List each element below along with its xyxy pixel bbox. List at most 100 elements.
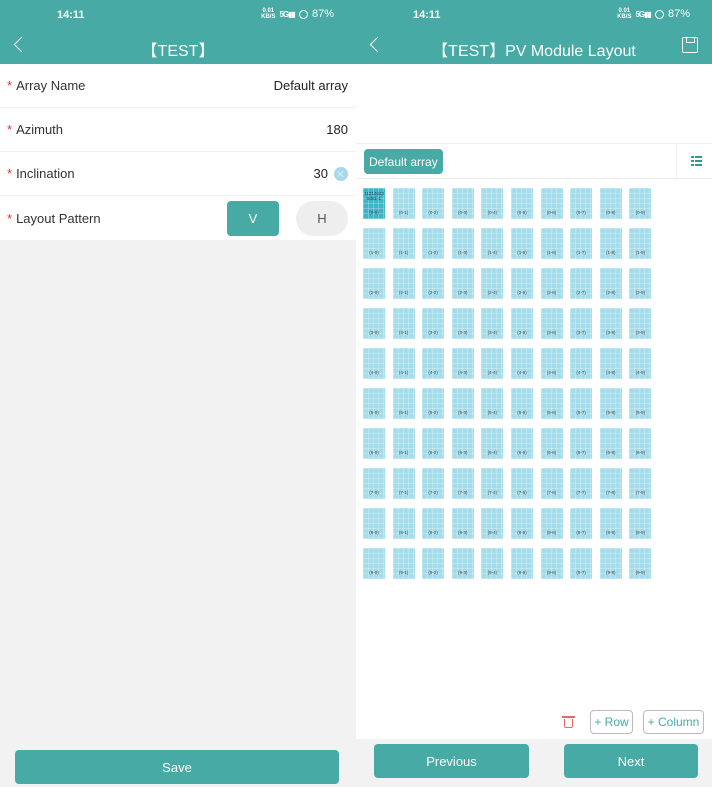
- module-cell-0-9[interactable]: (0-9): [629, 188, 652, 219]
- module-cell-8-8[interactable]: (8-8): [599, 508, 622, 539]
- module-cell-0-4[interactable]: (0-4): [481, 188, 504, 219]
- module-cell-4-7[interactable]: (4-7): [570, 348, 593, 379]
- layout-horizontal-button[interactable]: H: [296, 200, 348, 236]
- module-cell-7-0[interactable]: (7-0): [363, 468, 385, 499]
- module-cell-7-8[interactable]: (7-8): [599, 468, 622, 499]
- azimuth-input[interactable]: 180: [326, 122, 348, 137]
- module-cell-0-0[interactable]: 11214643 9461-1 (0-0): [363, 188, 385, 219]
- module-cell-0-6[interactable]: (0-6): [540, 188, 563, 219]
- module-cell-6-6[interactable]: (6-6): [540, 428, 563, 459]
- module-cell-2-0[interactable]: (2-0): [363, 268, 385, 299]
- module-cell-8-7[interactable]: (8-7): [570, 508, 593, 539]
- module-cell-4-3[interactable]: (4-3): [451, 348, 474, 379]
- add-column-button[interactable]: + Column: [643, 710, 704, 734]
- trash-icon[interactable]: [562, 715, 575, 728]
- module-cell-6-3[interactable]: (6-3): [451, 428, 474, 459]
- module-cell-9-5[interactable]: (9-5): [510, 548, 533, 579]
- field-inclination[interactable]: * Inclination 30: [0, 152, 356, 196]
- module-cell-3-2[interactable]: (3-2): [422, 308, 445, 339]
- module-cell-9-7[interactable]: (9-7): [570, 548, 593, 579]
- module-cell-2-8[interactable]: (2-8): [599, 268, 622, 299]
- module-cell-9-0[interactable]: (9-0): [363, 548, 385, 579]
- module-cell-5-8[interactable]: (5-8): [599, 388, 622, 419]
- module-cell-6-8[interactable]: (6-8): [599, 428, 622, 459]
- save-button[interactable]: Save: [15, 750, 339, 784]
- module-cell-5-0[interactable]: (5-0): [363, 388, 385, 419]
- module-cell-6-0[interactable]: (6-0): [363, 428, 385, 459]
- module-cell-1-2[interactable]: (1-2): [422, 228, 445, 259]
- previous-button[interactable]: Previous: [374, 744, 529, 778]
- module-cell-0-2[interactable]: (0-2): [422, 188, 445, 219]
- module-cell-9-6[interactable]: (9-6): [540, 548, 563, 579]
- next-button[interactable]: Next: [564, 744, 698, 778]
- module-cell-5-9[interactable]: (5-9): [629, 388, 652, 419]
- module-cell-4-5[interactable]: (4-5): [510, 348, 533, 379]
- module-cell-0-5[interactable]: (0-5): [510, 188, 533, 219]
- module-cell-4-1[interactable]: (4-1): [392, 348, 415, 379]
- module-cell-6-7[interactable]: (6-7): [570, 428, 593, 459]
- module-cell-3-6[interactable]: (3-6): [540, 308, 563, 339]
- module-cell-6-5[interactable]: (6-5): [510, 428, 533, 459]
- module-cell-8-0[interactable]: (8-0): [363, 508, 385, 539]
- module-cell-7-4[interactable]: (7-4): [481, 468, 504, 499]
- module-cell-4-0[interactable]: (4-0): [363, 348, 385, 379]
- module-cell-8-9[interactable]: (8-9): [629, 508, 652, 539]
- add-row-button[interactable]: + Row: [590, 710, 633, 734]
- module-cell-9-4[interactable]: (9-4): [481, 548, 504, 579]
- module-cell-8-2[interactable]: (8-2): [422, 508, 445, 539]
- module-cell-3-1[interactable]: (3-1): [392, 308, 415, 339]
- module-cell-2-5[interactable]: (2-5): [510, 268, 533, 299]
- module-cell-2-3[interactable]: (2-3): [451, 268, 474, 299]
- module-cell-8-5[interactable]: (8-5): [510, 508, 533, 539]
- module-cell-4-4[interactable]: (4-4): [481, 348, 504, 379]
- module-cell-2-1[interactable]: (2-1): [392, 268, 415, 299]
- module-cell-0-3[interactable]: (0-3): [451, 188, 474, 219]
- module-cell-4-8[interactable]: (4-8): [599, 348, 622, 379]
- save-icon[interactable]: [682, 37, 698, 53]
- module-cell-8-4[interactable]: (8-4): [481, 508, 504, 539]
- module-cell-4-6[interactable]: (4-6): [540, 348, 563, 379]
- array-name-input[interactable]: Default array: [274, 78, 348, 93]
- module-cell-1-1[interactable]: (1-1): [392, 228, 415, 259]
- module-cell-1-4[interactable]: (1-4): [481, 228, 504, 259]
- module-cell-3-4[interactable]: (3-4): [481, 308, 504, 339]
- module-cell-2-4[interactable]: (2-4): [481, 268, 504, 299]
- module-cell-6-2[interactable]: (6-2): [422, 428, 445, 459]
- array-tab-default[interactable]: Default array: [364, 149, 443, 174]
- module-cell-9-8[interactable]: (9-8): [599, 548, 622, 579]
- module-cell-5-7[interactable]: (5-7): [570, 388, 593, 419]
- module-cell-3-5[interactable]: (3-5): [510, 308, 533, 339]
- module-cell-1-0[interactable]: (1-0): [363, 228, 385, 259]
- module-cell-5-5[interactable]: (5-5): [510, 388, 533, 419]
- field-array-name[interactable]: * Array Name Default array: [0, 64, 356, 108]
- module-cell-2-2[interactable]: (2-2): [422, 268, 445, 299]
- module-cell-7-9[interactable]: (7-9): [629, 468, 652, 499]
- module-cell-8-6[interactable]: (8-6): [540, 508, 563, 539]
- module-cell-0-7[interactable]: (0-7): [570, 188, 593, 219]
- module-cell-4-2[interactable]: (4-2): [422, 348, 445, 379]
- module-cell-8-3[interactable]: (8-3): [451, 508, 474, 539]
- module-cell-1-9[interactable]: (1-9): [629, 228, 652, 259]
- module-cell-7-5[interactable]: (7-5): [510, 468, 533, 499]
- module-cell-1-6[interactable]: (1-6): [540, 228, 563, 259]
- module-cell-5-6[interactable]: (5-6): [540, 388, 563, 419]
- module-cell-1-3[interactable]: (1-3): [451, 228, 474, 259]
- module-cell-9-9[interactable]: (9-9): [629, 548, 652, 579]
- module-cell-8-1[interactable]: (8-1): [392, 508, 415, 539]
- module-cell-6-4[interactable]: (6-4): [481, 428, 504, 459]
- module-cell-3-0[interactable]: (3-0): [363, 308, 385, 339]
- module-cell-7-2[interactable]: (7-2): [422, 468, 445, 499]
- module-cell-2-7[interactable]: (2-7): [570, 268, 593, 299]
- module-cell-7-1[interactable]: (7-1): [392, 468, 415, 499]
- module-cell-3-3[interactable]: (3-3): [451, 308, 474, 339]
- module-cell-2-6[interactable]: (2-6): [540, 268, 563, 299]
- module-cell-9-2[interactable]: (9-2): [422, 548, 445, 579]
- module-cell-5-3[interactable]: (5-3): [451, 388, 474, 419]
- module-cell-1-8[interactable]: (1-8): [599, 228, 622, 259]
- layout-vertical-button[interactable]: V: [227, 200, 279, 236]
- module-cell-3-8[interactable]: (3-8): [599, 308, 622, 339]
- module-cell-7-3[interactable]: (7-3): [451, 468, 474, 499]
- module-cell-3-7[interactable]: (3-7): [570, 308, 593, 339]
- module-cell-5-4[interactable]: (5-4): [481, 388, 504, 419]
- module-cell-1-5[interactable]: (1-5): [510, 228, 533, 259]
